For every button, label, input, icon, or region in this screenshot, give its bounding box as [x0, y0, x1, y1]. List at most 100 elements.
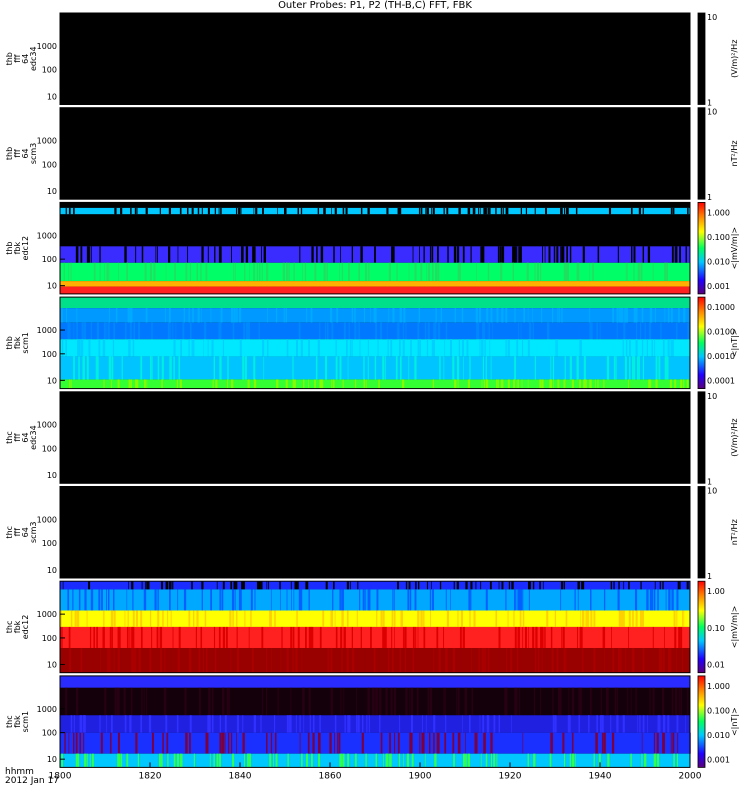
panel-7-band-1-stripe [417, 581, 420, 590]
panel-3-band-5-stripe [500, 262, 503, 282]
panel-4-band-5-stripe [367, 356, 369, 380]
panel-3-band-5-stripe [165, 262, 167, 282]
panel-4-band-3-stripe [488, 322, 490, 340]
panel-4-ytick-label: 10 [47, 376, 57, 385]
panel-8-band-2-stripe [678, 687, 680, 716]
panel-4-band-5-stripe [624, 356, 627, 380]
panel-4-band-6-stripe [521, 379, 523, 389]
panel-8-band-3-stripe [189, 715, 192, 733]
panel-4-band-3-stripe [355, 322, 357, 340]
panel-7-band-1-stripe [145, 581, 147, 590]
panel-8-band-3-stripe [236, 715, 240, 733]
panel-3-band-4-stripe [253, 246, 256, 263]
panel-8-band-5-stripe [465, 753, 467, 768]
panel-8-band-3-stripe [80, 715, 83, 733]
panel-7-band-3-stripe [157, 610, 160, 627]
panel-8-band-5-stripe [61, 753, 63, 768]
panel-3-band-5-stripe [358, 262, 361, 282]
panel-7-ytick-label: 1000 [37, 610, 57, 619]
panel-7-band-1 [60, 581, 690, 590]
panel-3-band-5-stripe [205, 262, 208, 282]
panel-4-colorbar-label: <|nT|> [730, 328, 739, 357]
panel-4-band-5-stripe [482, 356, 484, 380]
panel-7-band-4-stripe [415, 626, 417, 648]
panel-7-band-4-stripe [680, 626, 683, 648]
panel-3-colorbar-tick: 0.100 [707, 233, 730, 242]
panel-7-band-4-stripe [652, 626, 654, 648]
panel-3-band-5-stripe [259, 262, 261, 282]
panel-7-band-2-stripe [365, 589, 367, 611]
panel-8-band-2-stripe [130, 687, 133, 716]
panel-4-band-3-stripe [169, 322, 171, 340]
panel-1-ytick-label: 10 [47, 92, 57, 101]
panel-7-band-2-stripe [392, 589, 393, 611]
panel-3-band-4-stripe [519, 246, 522, 263]
panel-7-band-5-stripe [108, 647, 111, 673]
panel-8-band-5-stripe [569, 753, 572, 768]
panel-4-band-6-stripe [454, 379, 457, 389]
panel-7-band-3-stripe [103, 610, 105, 627]
panel-3-band-5-stripe [526, 262, 528, 282]
panel-7-band-4-stripe [402, 626, 404, 648]
panel-4-band-6-stripe [481, 379, 483, 389]
panel-4-band-6-stripe [457, 379, 459, 389]
panel-7-band-3-stripe [167, 610, 169, 627]
panel-4-band-4-stripe [188, 339, 190, 357]
panel-4-band-5-stripe [439, 356, 441, 380]
panel-7-band-2-stripe [362, 589, 365, 611]
panel-8-band-2-stripe [457, 687, 460, 716]
panel-7-band-1-stripe [662, 581, 664, 590]
panel-4-band-3-stripe [386, 322, 388, 340]
panel-7-band-1-stripe [279, 581, 281, 590]
panel-8-band-2-stripe [464, 687, 466, 716]
xtick-label: 2000 [679, 771, 702, 781]
panel-3-band-5-stripe [565, 262, 568, 282]
panel-8-band-5-stripe [213, 753, 215, 768]
panel-4-band-3-stripe [67, 322, 69, 340]
panel-7-band-5-stripe [620, 647, 622, 673]
panel-8-band-5-stripe [574, 753, 576, 768]
panel-7-band-5-stripe [138, 647, 141, 673]
panel-4-band-2-stripe [527, 308, 529, 323]
panel-7-band-3-stripe [193, 610, 195, 627]
panel-3-band-5-stripe [397, 262, 398, 282]
panel-7-band-1-stripe [230, 581, 233, 590]
panel-8-band-4-stripe [361, 732, 364, 754]
panel-8-band-3-stripe [219, 715, 222, 733]
panel-4-band-2-stripe [129, 308, 131, 323]
panel-4-band-5-stripe [263, 356, 265, 380]
panel-7-band-2-stripe [528, 589, 530, 611]
panel-4-band-6-stripe [557, 379, 560, 389]
panel-8-band-4-stripe [452, 732, 455, 754]
panel-4-band-4-stripe [654, 339, 656, 357]
panel-8-band-2-stripe [579, 687, 582, 716]
panel-7-band-3-stripe [132, 610, 135, 627]
panel-3-band-2-stripe [214, 207, 216, 215]
panel-7-band-4-stripe [576, 626, 578, 648]
panel-7-band-2-stripe [393, 589, 395, 611]
panel-7-band-1-stripe [623, 581, 625, 590]
panel-4-band-3-stripe [532, 322, 534, 340]
panel-4-band-5-stripe [606, 356, 610, 380]
panel-7-band-3-stripe [507, 610, 509, 627]
panel-7-band-4-stripe [532, 626, 535, 648]
panel-7-band-4-stripe [281, 626, 283, 648]
panel-8-band-3-stripe [165, 715, 168, 733]
panel-3-band-5-stripe [244, 262, 246, 282]
panel-4-band-4-stripe [98, 339, 101, 357]
panel-3-band-5-stripe [144, 262, 147, 282]
panel-7-band-1-stripe [223, 581, 225, 590]
panel-8-band-5-stripe [244, 753, 246, 768]
panel-7-band-3-stripe [250, 610, 252, 627]
panel-7-band-4-stripe [462, 626, 465, 648]
panel-3-band-2-stripe [534, 207, 536, 215]
panel-4-band-3-stripe [69, 322, 71, 340]
panel-7-band-2-stripe [106, 589, 107, 611]
panel-8-band-4-stripe [550, 732, 553, 754]
panel-4-band-4-stripe [132, 339, 135, 357]
panel-3-band-4-stripe [674, 246, 676, 263]
panel-3-band-5-stripe [174, 262, 176, 282]
panel-7-band-3-stripe [196, 610, 199, 627]
panel-4-band-5-stripe [655, 356, 658, 380]
panel-8-band-5-stripe [607, 753, 610, 768]
